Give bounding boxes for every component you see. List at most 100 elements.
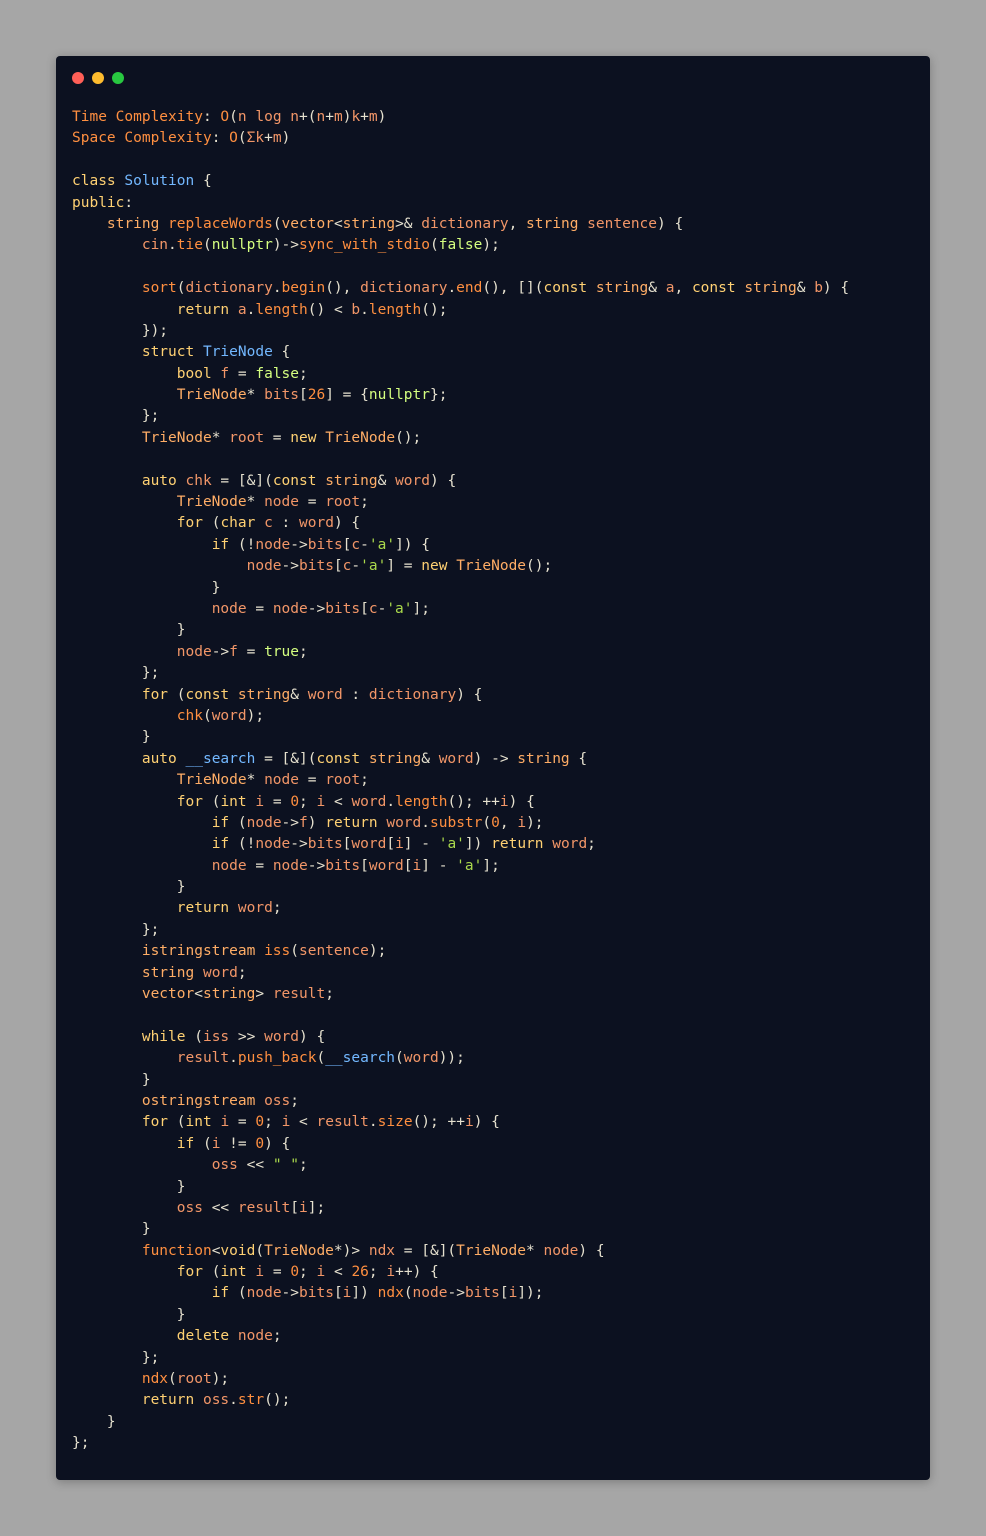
code-token: . bbox=[447, 280, 457, 297]
code-token: & bbox=[796, 280, 815, 297]
code-token: -> bbox=[281, 1285, 300, 1302]
code-line: node = node->bits[c-'a']; bbox=[72, 599, 849, 620]
code-token: bits bbox=[464, 1285, 500, 1302]
code-token: i bbox=[316, 1264, 326, 1281]
code-token: word bbox=[386, 814, 422, 831]
code-token: ; bbox=[237, 964, 247, 981]
code-token: ); bbox=[211, 1371, 230, 1388]
code-token: dictionary bbox=[368, 686, 457, 703]
code-token: ; bbox=[325, 986, 334, 1003]
code-token: ]) { bbox=[395, 536, 430, 553]
code-token: node bbox=[255, 836, 291, 853]
code-token: word bbox=[438, 750, 474, 767]
code-line: ndx(root); bbox=[72, 1369, 849, 1390]
code-token: oss bbox=[211, 1157, 238, 1174]
code-token: O bbox=[220, 109, 230, 125]
code-token: (! bbox=[229, 536, 256, 553]
code-token: false bbox=[255, 365, 300, 382]
code-line: } bbox=[72, 578, 849, 599]
code-token: struct bbox=[141, 344, 195, 361]
code-token: begin bbox=[281, 280, 326, 297]
code-token: log bbox=[255, 109, 282, 125]
minimize-dot-icon[interactable] bbox=[92, 72, 104, 84]
code-token: ) { bbox=[333, 515, 361, 532]
code-token: . bbox=[272, 280, 282, 297]
code-token: = [&]( bbox=[395, 1242, 457, 1259]
code-token: ; bbox=[299, 1264, 317, 1281]
code-token: Σk bbox=[246, 130, 265, 147]
code-token: length bbox=[255, 301, 308, 318]
code-token: return bbox=[141, 1392, 195, 1409]
code-token: : bbox=[272, 515, 300, 532]
code-token: [ bbox=[499, 1285, 509, 1302]
code-token: b bbox=[351, 301, 361, 318]
maximize-dot-icon[interactable] bbox=[112, 72, 124, 84]
code-token: (), []( bbox=[482, 280, 544, 297]
code-token: ]) bbox=[464, 836, 492, 853]
code-token: Solution bbox=[124, 173, 195, 190]
code-token: } bbox=[72, 1178, 186, 1195]
code-line: class Solution { bbox=[72, 171, 849, 192]
code-line: Space Complexity: O(Σk+m) bbox=[72, 128, 849, 149]
code-token: ) { bbox=[299, 1028, 326, 1045]
code-token: sentence bbox=[587, 215, 658, 232]
code-line: delete node; bbox=[72, 1326, 849, 1347]
code-token: } bbox=[72, 1306, 186, 1323]
code-token: (); bbox=[395, 429, 422, 446]
code-line: }; bbox=[72, 406, 849, 427]
code-line: string replaceWords(vector<string>& dict… bbox=[72, 214, 849, 235]
code-token: ] - bbox=[403, 836, 439, 853]
code-token: < bbox=[325, 1264, 352, 1281]
code-token: word bbox=[307, 686, 343, 703]
code-token: = bbox=[299, 494, 326, 511]
code-token: & bbox=[290, 686, 308, 703]
code-token: ; bbox=[272, 900, 282, 917]
code-token: } bbox=[72, 622, 186, 639]
code-token: i bbox=[499, 793, 509, 810]
code-token: string bbox=[517, 750, 570, 767]
code-token: str bbox=[237, 1392, 265, 1409]
code-token: ]; bbox=[307, 1199, 326, 1216]
code-token: size bbox=[377, 1114, 413, 1131]
code-token: push_back bbox=[237, 1050, 317, 1067]
code-token: = [&]( bbox=[255, 750, 317, 767]
code-token: dictionary bbox=[421, 215, 509, 232]
code-token: string bbox=[526, 215, 579, 232]
code-token: : bbox=[124, 194, 134, 211]
code-token: word bbox=[299, 515, 334, 532]
code-token: ); bbox=[368, 943, 387, 960]
code-token: ( bbox=[168, 1114, 186, 1131]
code-token: . bbox=[229, 1050, 238, 1067]
code-token: string bbox=[106, 215, 160, 232]
code-token: }; bbox=[72, 665, 160, 682]
code-token: } bbox=[72, 1413, 116, 1430]
code-token: ++) { bbox=[395, 1264, 439, 1281]
code-token: [ bbox=[360, 600, 369, 617]
code-token: < bbox=[325, 793, 352, 810]
code-token: node bbox=[246, 558, 282, 575]
code-token: tie bbox=[176, 237, 203, 254]
close-dot-icon[interactable] bbox=[72, 72, 84, 84]
code-token: ; bbox=[299, 643, 308, 660]
code-token: ) { bbox=[264, 1135, 291, 1152]
code-token: : bbox=[211, 130, 230, 147]
code-token: )-> bbox=[272, 237, 300, 254]
